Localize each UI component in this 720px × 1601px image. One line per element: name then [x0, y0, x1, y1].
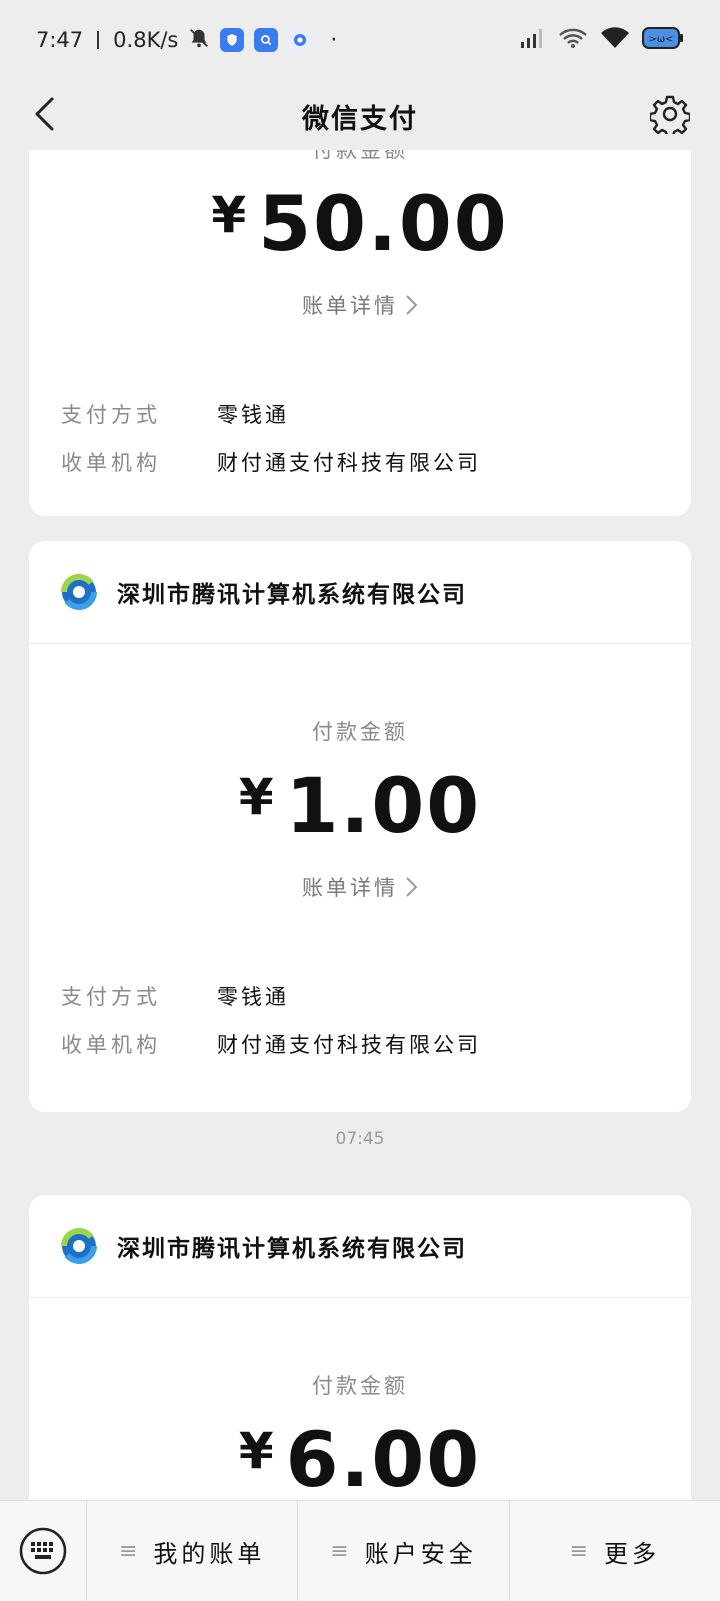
- amount-label: 付款金额: [312, 1374, 408, 1398]
- info-key: 支付方式: [61, 985, 161, 1009]
- currency-symbol: ¥: [211, 186, 249, 244]
- settings-button[interactable]: [646, 90, 694, 138]
- info-row-payment-method: 支付方式 零钱通: [29, 972, 691, 1020]
- amount-value: 1.00: [285, 761, 482, 850]
- shield-app-icon: [220, 28, 245, 52]
- info-value: 零钱通: [217, 985, 289, 1009]
- more-notifications-dot: ·: [330, 27, 338, 53]
- menu-account-security[interactable]: ≡ 账户安全: [297, 1501, 508, 1601]
- menu-lines-icon: ≡: [118, 1538, 142, 1564]
- status-separator: [97, 31, 100, 49]
- menu-label: 账户安全: [364, 1539, 477, 1568]
- status-bar: 7:47 0.8K/s · >ω<: [0, 0, 720, 80]
- merchant-row[interactable]: 深圳市腾讯计算机系统有限公司: [29, 1195, 691, 1298]
- chevron-right-icon: [406, 877, 418, 897]
- status-time: 7:47: [36, 28, 84, 52]
- message-timestamp: 07:45: [335, 1129, 385, 1149]
- amount-value: 50.00: [258, 179, 509, 268]
- amount-label: 付款金额: [312, 720, 408, 744]
- currency-symbol: ¥: [238, 1422, 276, 1480]
- page-title: 微信支付: [302, 103, 418, 135]
- bill-details-link[interactable]: 账单详情: [29, 872, 691, 902]
- merchant-name: 深圳市腾讯计算机系统有限公司: [117, 1236, 467, 1262]
- chevron-left-icon: [35, 97, 54, 131]
- menu-more[interactable]: ≡ 更多: [508, 1501, 720, 1601]
- status-net-speed: 0.8K/s: [113, 28, 179, 52]
- bill-details-label: 账单详情: [302, 876, 398, 900]
- gear-icon: [650, 95, 690, 134]
- info-row-payment-method: 支付方式 零钱通: [29, 390, 691, 438]
- info-value: 财付通支付科技有限公司: [217, 451, 481, 475]
- chevron-right-icon: [406, 295, 418, 315]
- bill-details-link[interactable]: 账单详情: [29, 290, 691, 320]
- info-value: 零钱通: [217, 403, 289, 427]
- bill-details-label: 账单详情: [302, 294, 398, 318]
- info-row-acquirer: 收单机构 财付通支付科技有限公司: [29, 438, 691, 486]
- info-key: 支付方式: [61, 403, 161, 427]
- menu-my-bills[interactable]: ≡ 我的账单: [86, 1501, 297, 1601]
- svg-text:>ω<: >ω<: [648, 34, 673, 45]
- merchant-row[interactable]: 深圳市腾讯计算机系统有限公司: [29, 541, 691, 644]
- menu-lines-icon: ≡: [569, 1538, 593, 1564]
- wifi-icon: [600, 26, 630, 54]
- search-app-icon: [254, 28, 279, 52]
- battery-icon: >ω<: [642, 26, 684, 55]
- cellular-signal-icon: [520, 27, 546, 54]
- currency-symbol: ¥: [238, 768, 276, 826]
- bottom-menu-bar: ≡ 我的账单 ≡ 账户安全 ≡ 更多: [0, 1500, 720, 1601]
- info-key: 收单机构: [61, 1033, 161, 1057]
- amount-value: 6.00: [285, 1415, 482, 1500]
- menu-lines-icon: ≡: [330, 1538, 353, 1564]
- info-row-acquirer: 收单机构 财付通支付科技有限公司: [29, 1020, 691, 1068]
- mute-bell-icon: [188, 27, 210, 54]
- back-button[interactable]: [22, 92, 66, 136]
- merchant-name: 深圳市腾讯计算机系统有限公司: [117, 582, 467, 608]
- payment-amount: ¥50.00: [29, 186, 691, 262]
- payment-amount: ¥6.00: [29, 1422, 691, 1498]
- keyboard-icon: [19, 1527, 67, 1575]
- menu-label: 更多: [604, 1539, 661, 1568]
- payment-card: 深圳市腾讯计算机系统有限公司 付款金额 ¥6.00: [29, 1195, 691, 1500]
- payment-card: 深圳市腾讯计算机系统有限公司 付款金额 ¥1.00 账单详情 支付方式 零钱通 …: [29, 541, 691, 1112]
- info-key: 收单机构: [61, 451, 161, 475]
- nav-bar: 微信支付: [0, 80, 720, 152]
- info-value: 财付通支付科技有限公司: [217, 1033, 481, 1057]
- keyboard-toggle-button[interactable]: [0, 1501, 86, 1601]
- merchant-logo-icon: [61, 1228, 97, 1264]
- payment-amount: ¥1.00: [29, 768, 691, 844]
- merchant-logo-icon: [61, 574, 97, 610]
- browser-app-icon: [288, 28, 313, 52]
- payment-card: 付款金额 ¥50.00 账单详情 支付方式 零钱通 收单机构 财付通支付科技有限…: [29, 150, 691, 516]
- wifi-calling-icon: [558, 27, 588, 54]
- payment-list[interactable]: 付款金额 ¥50.00 账单详情 支付方式 零钱通 收单机构 财付通支付科技有限…: [0, 150, 720, 1500]
- amount-label: 付款金额: [312, 150, 408, 162]
- menu-label: 我的账单: [153, 1539, 266, 1568]
